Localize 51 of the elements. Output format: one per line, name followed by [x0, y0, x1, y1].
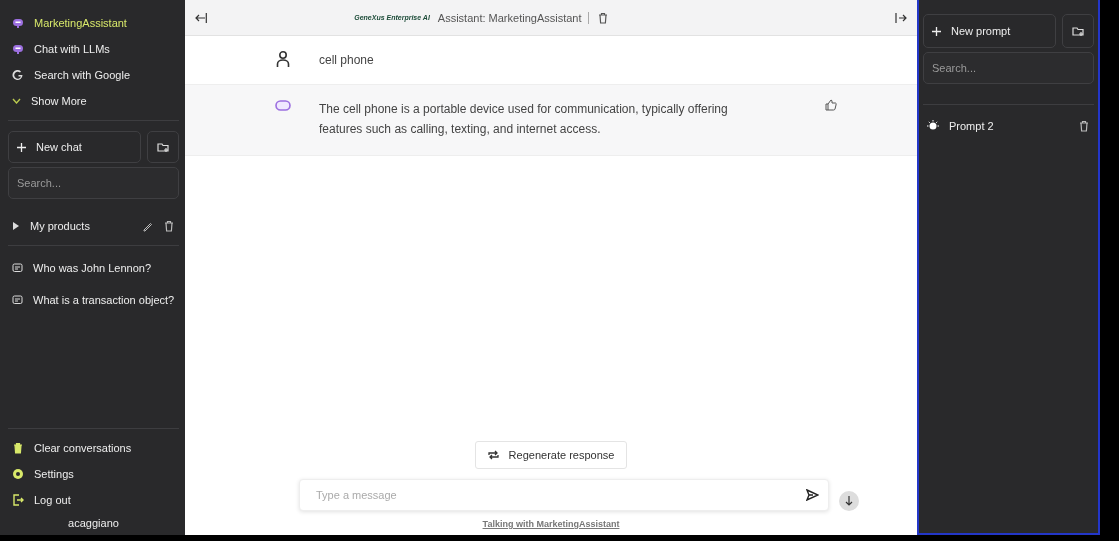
trash-icon	[596, 11, 609, 24]
repeat-icon	[487, 450, 499, 460]
new-prompt-button[interactable]: New prompt	[923, 14, 1056, 48]
google-icon	[12, 69, 24, 81]
username: acaggiano	[67, 517, 120, 529]
expand-right-icon	[895, 12, 907, 23]
message-icon	[12, 262, 23, 274]
message-icon	[12, 294, 23, 306]
collapse-left-icon	[195, 12, 207, 23]
sidebar-action[interactable]: Settings	[34, 468, 74, 480]
assistant-item[interactable]: MarketingAssistant	[34, 17, 127, 29]
plus-icon	[17, 142, 26, 152]
gear-icon	[12, 468, 24, 480]
thumbs-up-icon[interactable]	[825, 99, 837, 111]
new-folder-button[interactable]	[1062, 14, 1094, 48]
new-chat-button[interactable]: New chat	[8, 131, 141, 163]
trash-icon	[1078, 120, 1090, 132]
new-folder-button[interactable]	[147, 131, 179, 163]
plus-icon	[932, 26, 941, 36]
send-icon[interactable]	[806, 489, 819, 501]
sidebar-action[interactable]: Log out	[34, 494, 71, 506]
search-field[interactable]: Search...	[8, 167, 179, 199]
show-more-link[interactable]: Show More	[31, 95, 87, 107]
message-text: cell phone	[319, 52, 375, 69]
assistant-item[interactable]: Chat with LLMs	[34, 43, 110, 55]
logout-icon	[12, 494, 24, 506]
assistant-item[interactable]: Search with Google	[34, 69, 130, 81]
chevron-down-icon	[12, 98, 21, 104]
chat-bubble-icon	[12, 43, 24, 55]
folder-icon	[1072, 25, 1084, 37]
arrow-down-icon	[845, 496, 853, 506]
chat-bubble-icon	[12, 17, 24, 29]
chat-bubble-icon	[275, 99, 291, 113]
trash-icon	[12, 442, 24, 454]
conversation-item[interactable]: What is a transaction object?	[33, 294, 175, 306]
lightbulb-icon	[927, 120, 939, 132]
message-text: The cell phone is a portable device used for communication, typically offering features such as calling, texting, and internet access.	[319, 101, 729, 138]
prompt-item[interactable]: Prompt 2	[949, 120, 994, 132]
trash-icon	[163, 220, 175, 232]
regenerate-button[interactable]: Regenerate response	[474, 441, 628, 469]
conversation-item[interactable]: Who was John Lennon?	[33, 262, 152, 274]
assistant-title: Assistant: MarketingAssistant	[437, 11, 589, 24]
message-input[interactable]: Type a message	[299, 479, 829, 511]
search-field[interactable]: Search...	[923, 52, 1094, 84]
assistant-link[interactable]: Talking with MarketingAssistant	[482, 519, 620, 529]
pencil-icon	[142, 220, 153, 232]
folder-icon	[157, 141, 169, 153]
scroll-down-button[interactable]	[839, 491, 859, 511]
sidebar-action[interactable]: Clear conversations	[34, 442, 132, 454]
folder-item[interactable]: My products	[30, 220, 90, 232]
user-icon	[275, 50, 291, 68]
